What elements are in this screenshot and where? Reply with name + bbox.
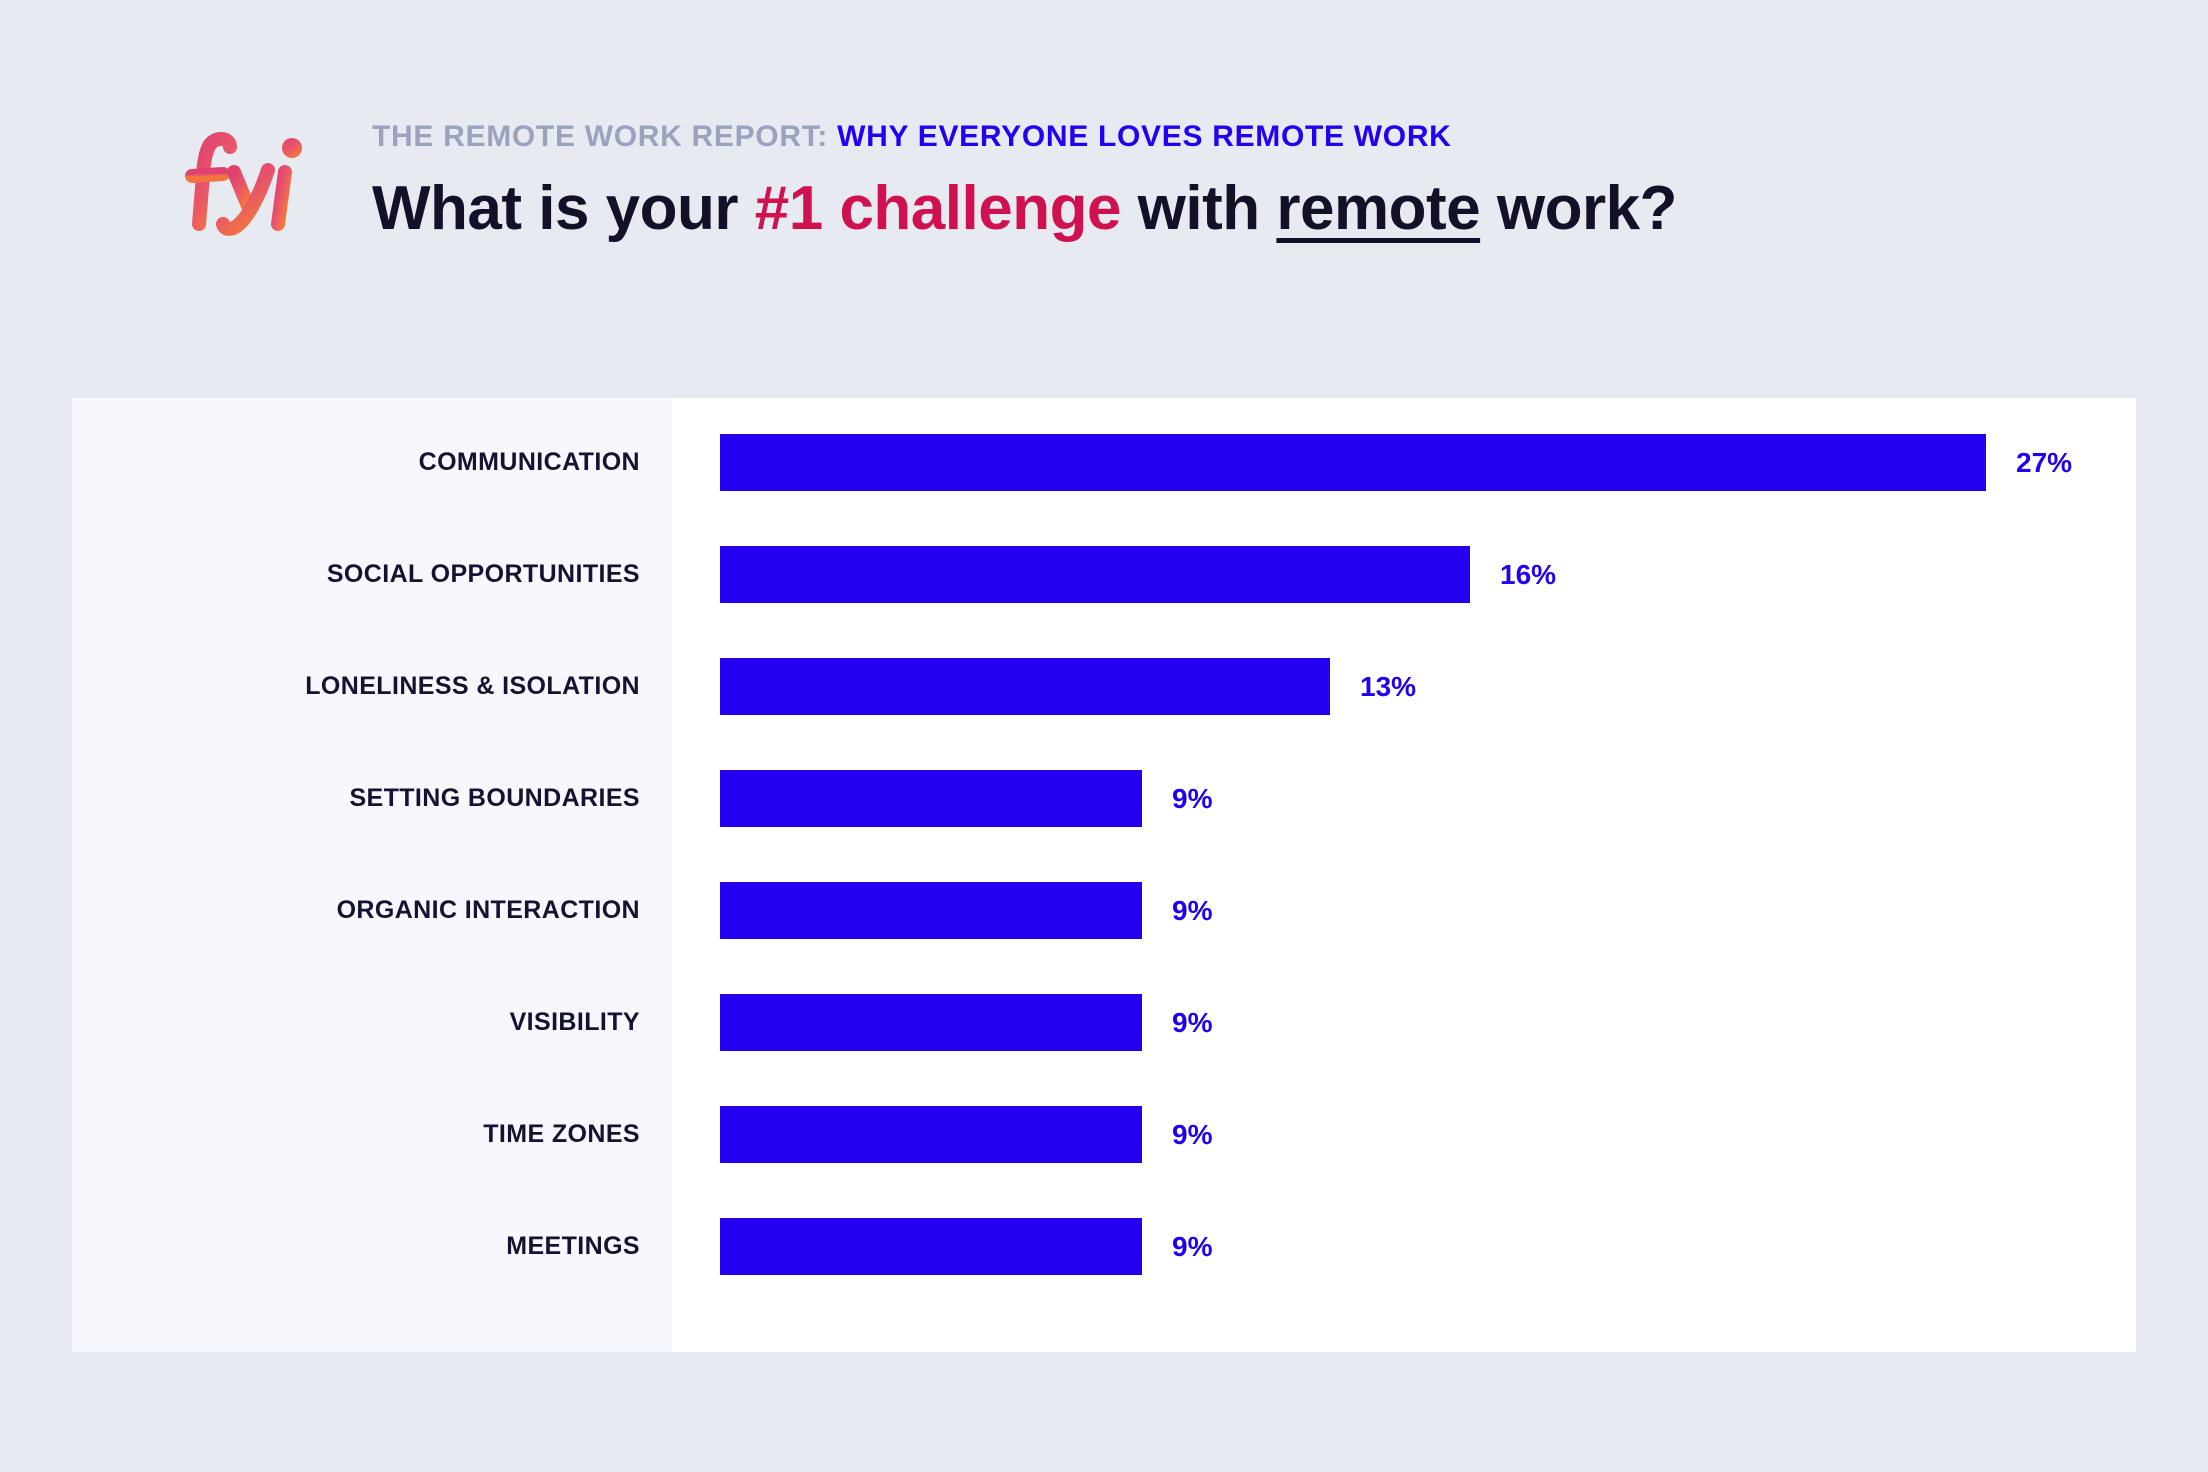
bar xyxy=(720,770,1142,827)
bar xyxy=(720,546,1470,603)
bar-value-label: 9% xyxy=(1172,1006,1213,1038)
kicker-label: THE REMOTE WORK REPORT: xyxy=(372,120,829,153)
bar-category-label: TIME ZONES xyxy=(483,1120,640,1148)
title-segment-1: What is your xyxy=(372,174,755,243)
bar-row: ORGANIC INTERACTION 9% xyxy=(72,882,2136,939)
title-highlight: #1 challenge xyxy=(754,174,1122,243)
bar-value-label: 13% xyxy=(1360,670,1417,702)
bar-value-label: 9% xyxy=(1172,782,1213,814)
page-header: THE REMOTE WORK REPORT: WHY EVERYONE LOV… xyxy=(0,0,2208,398)
bar-row: TIME ZONES 9% xyxy=(72,1106,2136,1163)
bar-category-label: SETTING BOUNDARIES xyxy=(349,784,640,812)
bar-row: SETTING BOUNDARIES 9% xyxy=(72,770,2136,827)
bar-value-label: 9% xyxy=(1172,894,1213,926)
bar xyxy=(720,434,1986,491)
report-kicker: THE REMOTE WORK REPORT: WHY EVERYONE LOV… xyxy=(372,122,1677,152)
bar xyxy=(720,658,1330,715)
fyi-logo xyxy=(168,128,318,238)
title-segment-3: work? xyxy=(1480,174,1678,243)
bar-rows-container: COMMUNICATION 27% SOCIAL OPPORTUNITIES 16% L… xyxy=(72,398,2136,1352)
bar xyxy=(720,994,1142,1051)
bar-value-label: 9% xyxy=(1172,1118,1213,1150)
bar xyxy=(720,1218,1142,1275)
bar-row: COMMUNICATION 27% xyxy=(72,434,2136,491)
kicker-accent-label: WHY EVERYONE LOVES REMOTE WORK xyxy=(837,120,1452,153)
title-segment-2: with xyxy=(1120,174,1277,243)
bar xyxy=(720,882,1142,939)
bar-value-label: 9% xyxy=(1172,1230,1213,1262)
bar-row: LONELINESS & ISOLATION 13% xyxy=(72,658,2136,715)
bar-category-label: VISIBILITY xyxy=(509,1008,640,1036)
bar xyxy=(720,1106,1142,1163)
page-title: What is your #1 challenge with remote wo… xyxy=(372,178,1677,240)
bar-category-label: SOCIAL OPPORTUNITIES xyxy=(326,560,640,588)
bar-category-label: ORGANIC INTERACTION xyxy=(336,896,640,924)
bar-category-label: LONELINESS & ISOLATION xyxy=(305,672,640,700)
bar-category-label: COMMUNICATION xyxy=(418,448,640,476)
bar-row: VISIBILITY 9% xyxy=(72,994,2136,1051)
bar-row: MEETINGS 9% xyxy=(72,1218,2136,1275)
title-underlined: remote xyxy=(1276,174,1481,243)
chart-panel: COMMUNICATION 27% SOCIAL OPPORTUNITIES 16% L… xyxy=(72,398,2136,1352)
bar-row: SOCIAL OPPORTUNITIES 16% xyxy=(72,546,2136,603)
header-text-block: THE REMOTE WORK REPORT: WHY EVERYONE LOV… xyxy=(372,122,1677,240)
bar-category-label: MEETINGS xyxy=(506,1232,640,1260)
bar-value-label: 27% xyxy=(2016,446,2073,478)
bar-value-label: 16% xyxy=(1500,558,1557,590)
